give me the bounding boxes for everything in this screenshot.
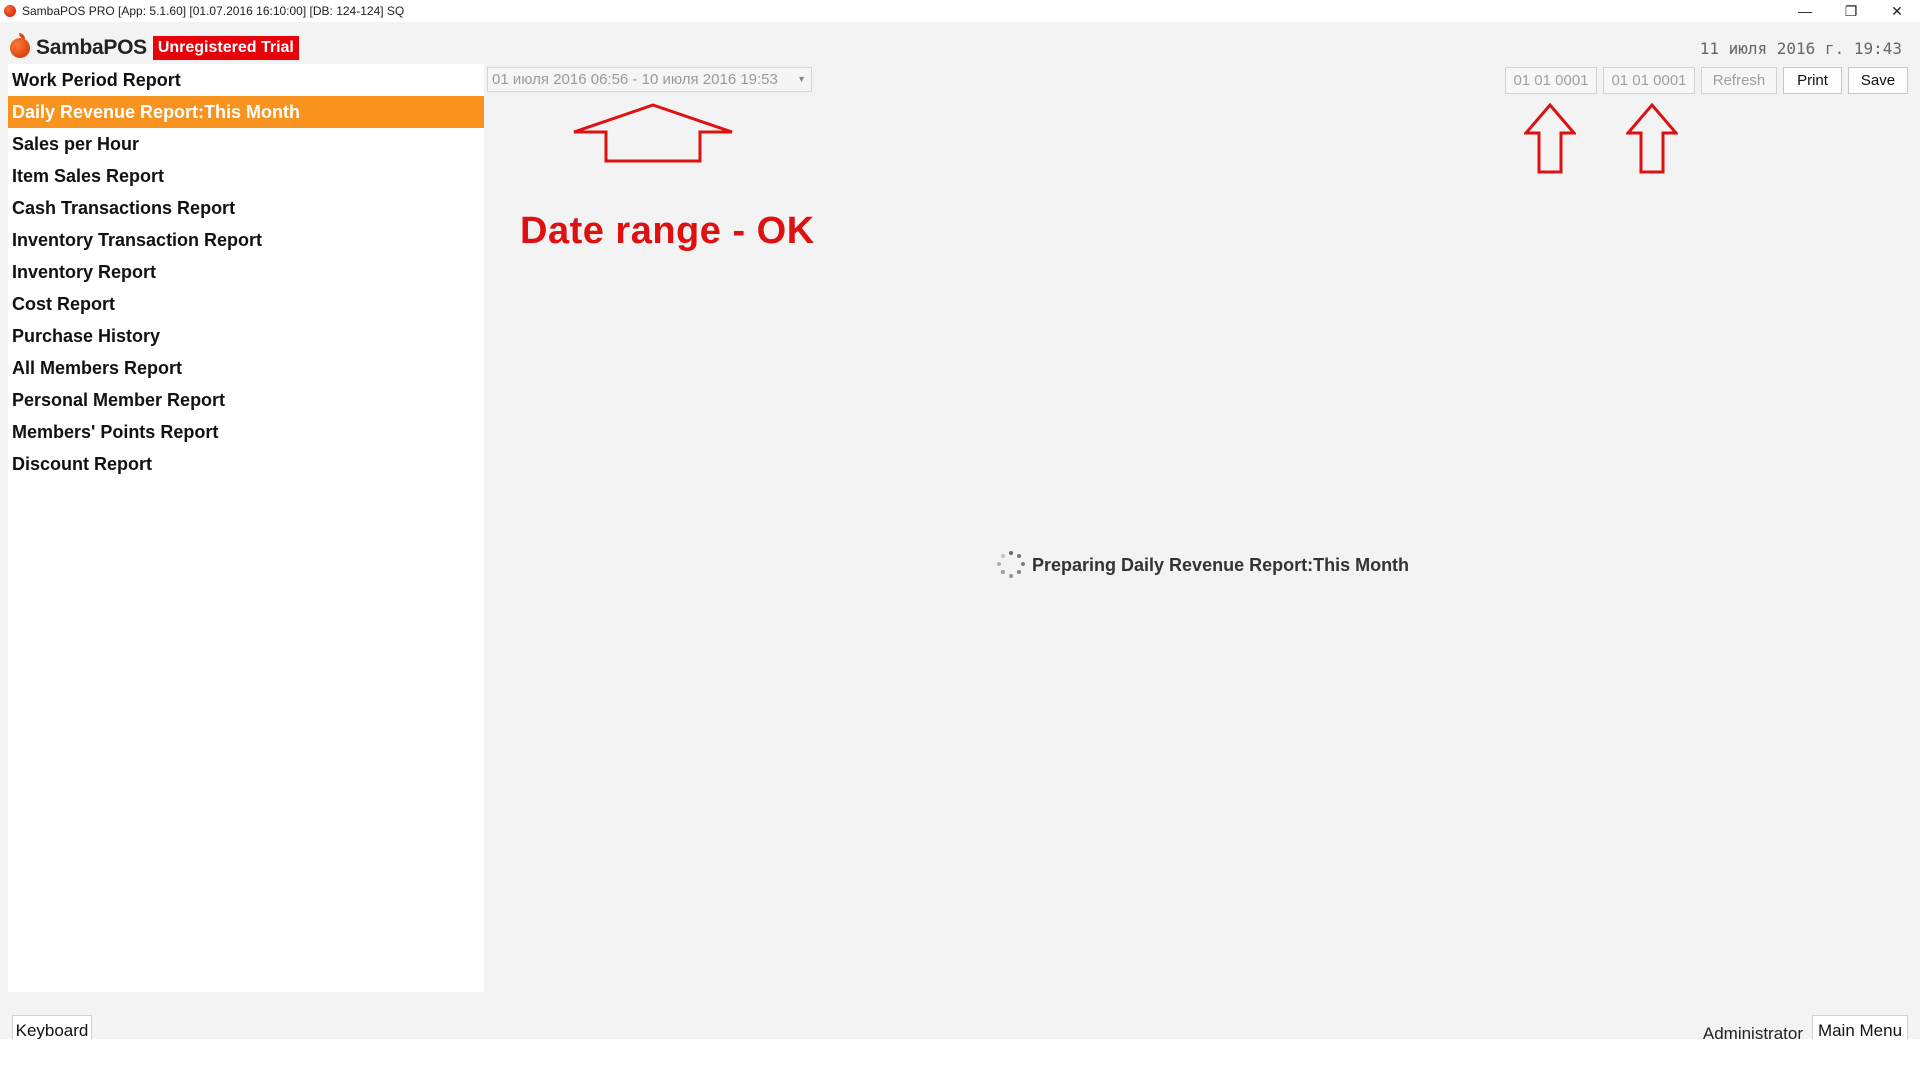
sidebar-item-inventory-transaction-report[interactable]: Inventory Transaction Report [8, 224, 484, 256]
app-icon [4, 5, 16, 17]
restore-button[interactable]: ❐ [1828, 0, 1874, 22]
sidebar-item-daily-revenue-report[interactable]: Daily Revenue Report:This Month [8, 96, 484, 128]
sidebar-item-work-period-report[interactable]: Work Period Report [8, 64, 484, 96]
loading-text: Preparing Daily Revenue Report:This Mont… [1032, 554, 1410, 575]
sidebar-item-inventory-report[interactable]: Inventory Report [8, 256, 484, 288]
date-range-value: 01 июля 2016 06:56 - 10 июля 2016 19:53 [492, 71, 778, 88]
chevron-down-icon: ▼ [797, 74, 806, 84]
sidebar-item-members-points-report[interactable]: Members' Points Report [8, 416, 484, 448]
window-titlebar: SambaPOS PRO [App: 5.1.60] [01.07.2016 1… [0, 0, 1920, 22]
annotation-arrow-start-date-icon [1524, 103, 1576, 174]
sidebar-item-item-sales-report[interactable]: Item Sales Report [8, 160, 484, 192]
annotation-arrow-up-icon [573, 103, 733, 163]
minimize-button[interactable]: — [1782, 0, 1828, 22]
window-title: SambaPOS PRO [App: 5.1.60] [01.07.2016 1… [22, 4, 405, 18]
sidebar-item-discount-report[interactable]: Discount Report [8, 448, 484, 480]
sidebar-item-purchase-history[interactable]: Purchase History [8, 320, 484, 352]
app-area: SambaPOS Unregistered Trial 11 июля 2016… [0, 22, 1920, 1047]
save-button[interactable]: Save [1848, 67, 1908, 94]
window-controls: — ❐ ✕ [1782, 0, 1920, 22]
start-date-field[interactable]: 01 01 0001 [1505, 67, 1597, 94]
print-button[interactable]: Print [1783, 67, 1842, 94]
sidebar-item-cost-report[interactable]: Cost Report [8, 288, 484, 320]
annotation-text: Date range - OK [520, 210, 815, 252]
sambapos-logo-icon [10, 33, 30, 58]
trial-badge: Unregistered Trial [152, 36, 299, 60]
sidebar-item-personal-member-report[interactable]: Personal Member Report [8, 384, 484, 416]
sidebar-item-all-members-report[interactable]: All Members Report [8, 352, 484, 384]
clock: 11 июля 2016 г. 19:43 [1699, 39, 1902, 58]
loading-indicator: Preparing Daily Revenue Report:This Mont… [996, 550, 1409, 580]
date-range-dropdown[interactable]: 01 июля 2016 06:56 - 10 июля 2016 19:53 … [487, 67, 812, 92]
refresh-button[interactable]: Refresh [1701, 67, 1777, 94]
logo-text: SambaPOS [36, 36, 147, 59]
end-date-field[interactable]: 01 01 0001 [1603, 67, 1695, 94]
spinner-icon [996, 550, 1026, 580]
annotation-arrow-end-date-icon [1626, 103, 1678, 174]
sidebar-item-sales-per-hour[interactable]: Sales per Hour [8, 128, 484, 160]
logo: SambaPOS Unregistered Trial [10, 33, 299, 62]
bottom-strip [0, 1039, 1920, 1080]
report-list: Work Period Report Daily Revenue Report:… [8, 64, 484, 992]
sidebar-item-cash-transactions-report[interactable]: Cash Transactions Report [8, 192, 484, 224]
close-button[interactable]: ✕ [1874, 0, 1920, 22]
